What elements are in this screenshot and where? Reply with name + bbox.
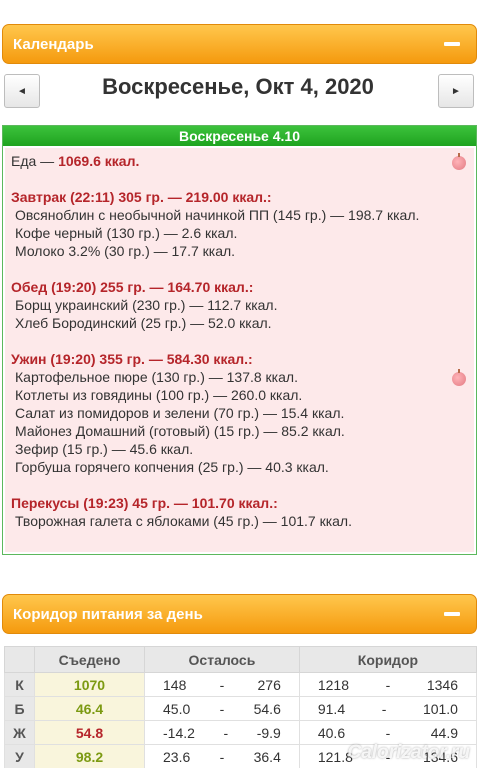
collapse-corridor-icon[interactable]	[444, 612, 460, 616]
meal-lunch-title[interactable]: Обед (19:20) 255 гр. — 164.70 ккал.:	[11, 278, 468, 296]
nutrient-key: Ж	[4, 720, 35, 745]
corridor-from: 121.8	[317, 748, 353, 765]
calendar-title: Календарь	[13, 35, 94, 53]
table-row: У 98.2 23.6 - 36.4 121.8 - 134.6	[4, 744, 478, 768]
remaining-to: 276	[257, 676, 281, 693]
remaining-cell: 23.6 - 36.4	[144, 744, 300, 768]
separator: -	[219, 700, 225, 717]
meal-item[interactable]: Творожная галета с яблоками (45 гр.) — 1…	[11, 512, 468, 530]
corridor-cell: 1218 - 1346	[298, 672, 478, 697]
apple-icon[interactable]	[452, 153, 466, 170]
meal-item[interactable]: Хлеб Бородинский (25 гр.) — 52.0 ккал.	[11, 314, 468, 332]
eaten-value: 1070	[34, 672, 145, 697]
corridor-from: 40.6	[317, 724, 346, 741]
remaining-from: 45.0	[163, 700, 191, 717]
meal-item[interactable]: Борщ украинский (230 гр.) — 112.7 ккал.	[11, 296, 468, 314]
nutrient-key: К	[4, 672, 35, 697]
nutrient-key: Б	[4, 696, 35, 721]
meal-item[interactable]: Кофе черный (130 гр.) — 2.6 ккал.	[11, 224, 468, 242]
meal-breakfast-title[interactable]: Завтрак (22:11) 305 гр. — 219.00 ккал.:	[11, 188, 468, 206]
corridor-from: 1218	[317, 676, 350, 693]
table-row: Ж 54.8 -14.2 - -9.9 40.6 - 44.9	[4, 720, 478, 745]
remaining-from: 148	[163, 676, 187, 693]
table-header-row: Съедено Осталось Коридор	[4, 646, 478, 673]
meal-item[interactable]: Салат из помидоров и зелени (70 гр.) — 1…	[11, 404, 468, 422]
corridor-table: Съедено Осталось Коридор К 1070 148 - 276 121…	[4, 646, 478, 768]
remaining-from: -14.2	[163, 724, 195, 741]
remaining-to: 36.4	[253, 748, 281, 765]
prev-day-button[interactable]: ◄	[4, 74, 40, 108]
food-total-value: 1069.6 ккал.	[58, 153, 140, 169]
remaining-to: 54.6	[253, 700, 281, 717]
corridor-cell: 40.6 - 44.9	[298, 720, 478, 745]
remaining-cell: -14.2 - -9.9	[144, 720, 300, 745]
meal-item[interactable]: Котлеты из говядины (100 гр.) — 260.0 кк…	[11, 386, 468, 404]
food-total: Еда — 1069.6 ккал.	[11, 152, 468, 170]
remaining-cell: 45.0 - 54.6	[144, 696, 300, 721]
arrow-right-icon: ►	[451, 85, 461, 97]
column-header-eaten: Съедено	[34, 646, 145, 673]
corridor-to: 1346	[426, 676, 458, 693]
column-header-corridor: Коридор	[298, 646, 478, 673]
meal-item[interactable]: Зефир (15 гр.) — 45.6 ккал.	[11, 440, 468, 458]
column-header	[4, 646, 35, 673]
separator: -	[381, 700, 387, 717]
remaining-cell: 148 - 276	[144, 672, 300, 697]
separator: -	[385, 748, 391, 765]
meal-item[interactable]: Горбуша горячего копчения (25 гр.) — 40.…	[11, 458, 468, 476]
meal-dinner-title[interactable]: Ужин (19:20) 355 гр. — 584.30 ккал.:	[11, 350, 468, 368]
separator: -	[385, 676, 391, 693]
column-header-remaining: Осталось	[144, 646, 300, 673]
meal-item[interactable]: Картофельное пюре (130 гр.) — 137.8 ккал…	[11, 368, 468, 386]
day-header[interactable]: Воскресенье 4.10	[3, 126, 476, 146]
remaining-from: 23.6	[163, 748, 191, 765]
meal-snacks-title[interactable]: Перекусы (19:23) 45 гр. — 101.70 ккал.:	[11, 494, 468, 512]
food-total-label: Еда —	[11, 153, 55, 169]
eaten-value: 46.4	[34, 696, 145, 721]
separator: -	[219, 676, 225, 693]
remaining-to: -9.9	[256, 724, 281, 741]
apple-icon[interactable]	[452, 369, 466, 386]
corridor-to: 134.6	[422, 748, 458, 765]
meal-item[interactable]: Молоко 3.2% (30 гр.) — 17.7 ккал.	[11, 242, 468, 260]
nutrient-key: У	[4, 744, 35, 768]
table-row: К 1070 148 - 276 1218 - 1346	[4, 672, 478, 697]
table-row: Б 46.4 45.0 - 54.6 91.4 - 101.0	[4, 696, 478, 721]
corridor-from: 91.4	[317, 700, 346, 717]
separator: -	[223, 724, 229, 741]
corridor-title: Коридор питания за день	[13, 605, 203, 623]
eaten-value: 54.8	[34, 720, 145, 745]
separator: -	[219, 748, 225, 765]
diary-body: Еда — 1069.6 ккал. Завтрак (22:11) 305 г…	[5, 148, 474, 552]
corridor-cell: 121.8 - 134.6	[298, 744, 478, 768]
corridor-panel-header[interactable]: Коридор питания за день	[2, 594, 477, 634]
meal-item[interactable]: Майонез Домашний (готовый) (15 гр.) — 85…	[11, 422, 468, 440]
corridor-to: 44.9	[430, 724, 458, 741]
next-day-button[interactable]: ►	[438, 74, 474, 108]
calendar-panel-header[interactable]: Календарь	[2, 24, 477, 64]
food-diary: Воскресенье 4.10 Еда — 1069.6 ккал. Завт…	[2, 125, 477, 555]
arrow-left-icon: ◄	[17, 85, 27, 97]
current-date: Воскресенье, Окт 4, 2020	[102, 74, 374, 99]
meal-item[interactable]: Овсяноблин с необычной начинкой ПП (145 …	[11, 206, 468, 224]
separator: -	[385, 724, 391, 741]
corridor-to: 101.0	[422, 700, 458, 717]
eaten-value: 98.2	[34, 744, 145, 768]
corridor-cell: 91.4 - 101.0	[298, 696, 478, 721]
collapse-calendar-icon[interactable]	[444, 42, 460, 46]
